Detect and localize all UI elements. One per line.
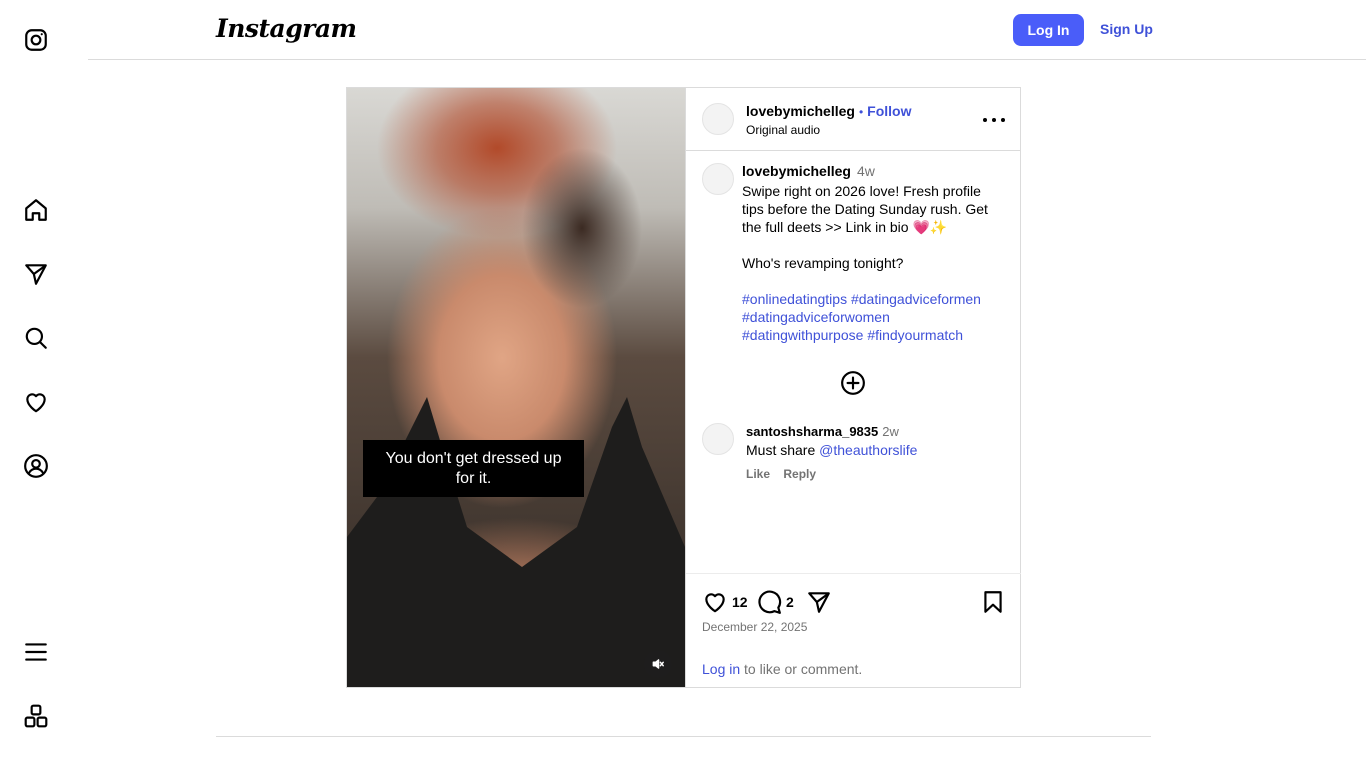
login-prompt: Log in to like or comment. (702, 661, 862, 677)
top-header: Instagram Log In Sign Up (88, 0, 1366, 60)
caption-age: 4w (856, 163, 875, 179)
avatar[interactable] (702, 103, 734, 135)
heart-icon (705, 593, 725, 613)
load-more-comments-icon[interactable] (840, 370, 866, 396)
mute-toggle[interactable] (644, 650, 672, 678)
footer-divider (216, 736, 1151, 737)
instagram-icon[interactable] (22, 26, 50, 54)
likes-count: 12 (732, 594, 748, 610)
login-prompt-suffix: to like or comment. (740, 661, 863, 677)
follow-button[interactable]: Follow (867, 103, 911, 119)
comment-icon (758, 590, 782, 614)
heart-icon[interactable] (22, 388, 50, 416)
comment-username[interactable]: santoshsharma_9835 (746, 424, 878, 439)
audio-label[interactable]: Original audio (746, 123, 820, 137)
caption-question: Who's revamping tonight? (742, 255, 904, 271)
menu-icon[interactable] (22, 638, 50, 666)
instagram-wordmark[interactable]: Instagram (216, 14, 357, 43)
comment-age: 2w (882, 424, 899, 439)
caption-block: lovebymichelleg 4w Swipe right on 2026 lo… (742, 163, 1004, 344)
caption-username[interactable]: lovebymichelleg (742, 163, 851, 179)
search-icon[interactable] (22, 324, 50, 352)
hashtag-link[interactable]: #datingadviceformen (851, 291, 981, 307)
post-date: December 22, 2025 (702, 620, 808, 634)
post-author-username[interactable]: lovebymichelleg (746, 103, 855, 119)
post-header: lovebymichelleg • Follow Original audio (686, 88, 1021, 151)
save-button[interactable] (980, 589, 1006, 615)
home-icon[interactable] (22, 196, 50, 224)
hashtag-link[interactable]: #datingadviceforwomen (742, 309, 890, 325)
login-link[interactable]: Log in (702, 661, 740, 677)
muted-speaker-icon (652, 659, 664, 669)
comment-block: santoshsharma_9835 2w Must share @theauth… (746, 423, 1006, 481)
more-apps-icon[interactable] (22, 702, 50, 730)
comment-text: Must share (746, 442, 820, 458)
comment-button[interactable]: 2 (756, 589, 794, 615)
post-card: You don't get dressed up for it. lovebym… (346, 87, 1021, 688)
hashtag-link[interactable]: #onlinedatingtips (742, 291, 847, 307)
caption-text: Swipe right on 2026 love! Fresh profile … (742, 183, 988, 235)
comments-count: 2 (786, 594, 794, 610)
left-navigation-rail (0, 0, 72, 768)
video-caption-line-2: for it. (455, 470, 492, 487)
share-button[interactable] (806, 589, 832, 615)
caption-hashtags: #onlinedatingtips #datingadviceformen #d… (742, 290, 1004, 344)
caption-avatar[interactable] (702, 163, 734, 195)
separator-dot: • (858, 105, 864, 119)
actions-bar: 12 2 December 22, 2025 Log in to like or… (686, 573, 1021, 687)
video-caption-line-1: You don't get dressed up (385, 450, 562, 467)
hashtag-link[interactable]: #datingwithpurpose (742, 327, 863, 343)
comment-avatar[interactable] (702, 423, 734, 455)
mention-link[interactable]: @theauthorslife (819, 442, 917, 458)
share-icon (808, 592, 830, 613)
explore-icon[interactable] (22, 260, 50, 288)
signup-link[interactable]: Sign Up (1100, 21, 1153, 37)
bookmark-icon (984, 591, 1002, 613)
post-sidebar: lovebymichelleg • Follow Original audio lo… (685, 88, 1021, 687)
video-player[interactable]: You don't get dressed up for it. (347, 88, 685, 687)
comment-like-button[interactable]: Like (746, 467, 770, 481)
video-caption: You don't get dressed up for it. (363, 440, 584, 497)
comment-reply-button[interactable]: Reply (783, 467, 816, 481)
more-options-icon[interactable] (983, 110, 1005, 130)
login-button[interactable]: Log In (1013, 14, 1084, 46)
hashtag-link[interactable]: #findyourmatch (867, 327, 963, 343)
like-button[interactable]: 12 (702, 589, 748, 615)
profile-icon[interactable] (22, 452, 50, 480)
tank-top-shape (347, 397, 685, 687)
